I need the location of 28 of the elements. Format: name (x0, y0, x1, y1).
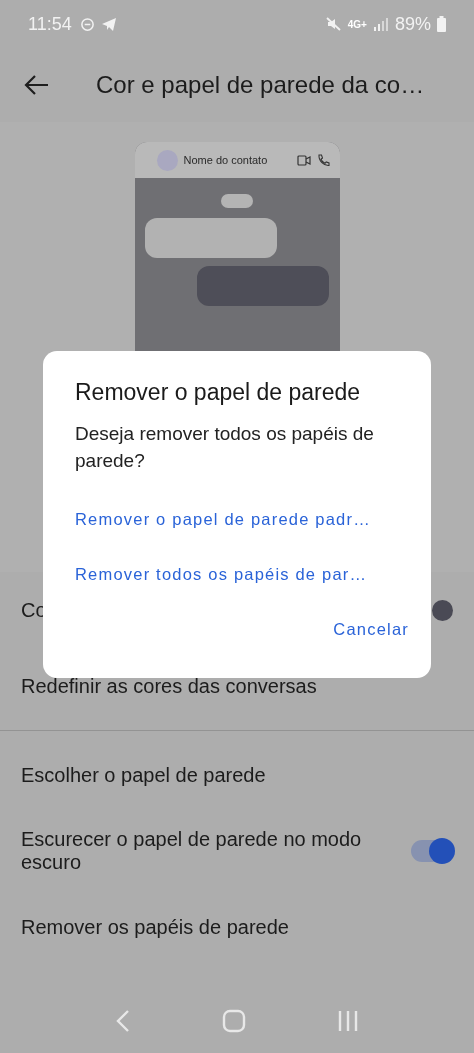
date-chip (221, 194, 253, 208)
battery-text: 89% (394, 13, 431, 35)
back-arrow-icon[interactable] (24, 74, 50, 96)
muted-speaker-icon (324, 16, 342, 32)
phone-icon (316, 153, 330, 167)
paper-plane-icon (100, 16, 117, 32)
home-nav-icon[interactable] (222, 1009, 246, 1033)
back-nav-icon[interactable] (115, 1009, 132, 1033)
do-not-disturb-icon (79, 16, 95, 32)
setting-label[interactable]: Redefinir as cores das conversas (21, 674, 453, 698)
dialog-title: Remover o papel de parede (75, 379, 362, 406)
battery-icon (437, 16, 446, 32)
signal-icon (372, 17, 389, 31)
dialog-option[interactable]: Remover o papel de parede padr… (75, 510, 371, 529)
cancel-button[interactable]: Cancelar (333, 620, 409, 639)
dialog-option[interactable]: Remover todos os papéis de par… (75, 565, 368, 584)
dialog-message: Deseja remover todos os papéis de parede? (75, 422, 375, 473)
setting-label[interactable]: Remover os papéis de parede (21, 915, 453, 939)
recent-apps-icon[interactable] (336, 1010, 359, 1032)
page-title: Cor e papel de parede da co… (96, 71, 425, 99)
toggle-switch[interactable] (411, 840, 453, 862)
setting-label[interactable]: Escolher o papel de parede (21, 763, 453, 787)
video-camera-icon (296, 154, 311, 166)
network-type-text: 4G+ (347, 18, 367, 30)
color-dot[interactable] (432, 599, 453, 621)
clock-text: 11:54 (28, 13, 72, 35)
contact-name: Nome do contato (183, 154, 269, 166)
setting-label[interactable]: Escurecer o papel de parede no modo escuro (21, 828, 391, 874)
